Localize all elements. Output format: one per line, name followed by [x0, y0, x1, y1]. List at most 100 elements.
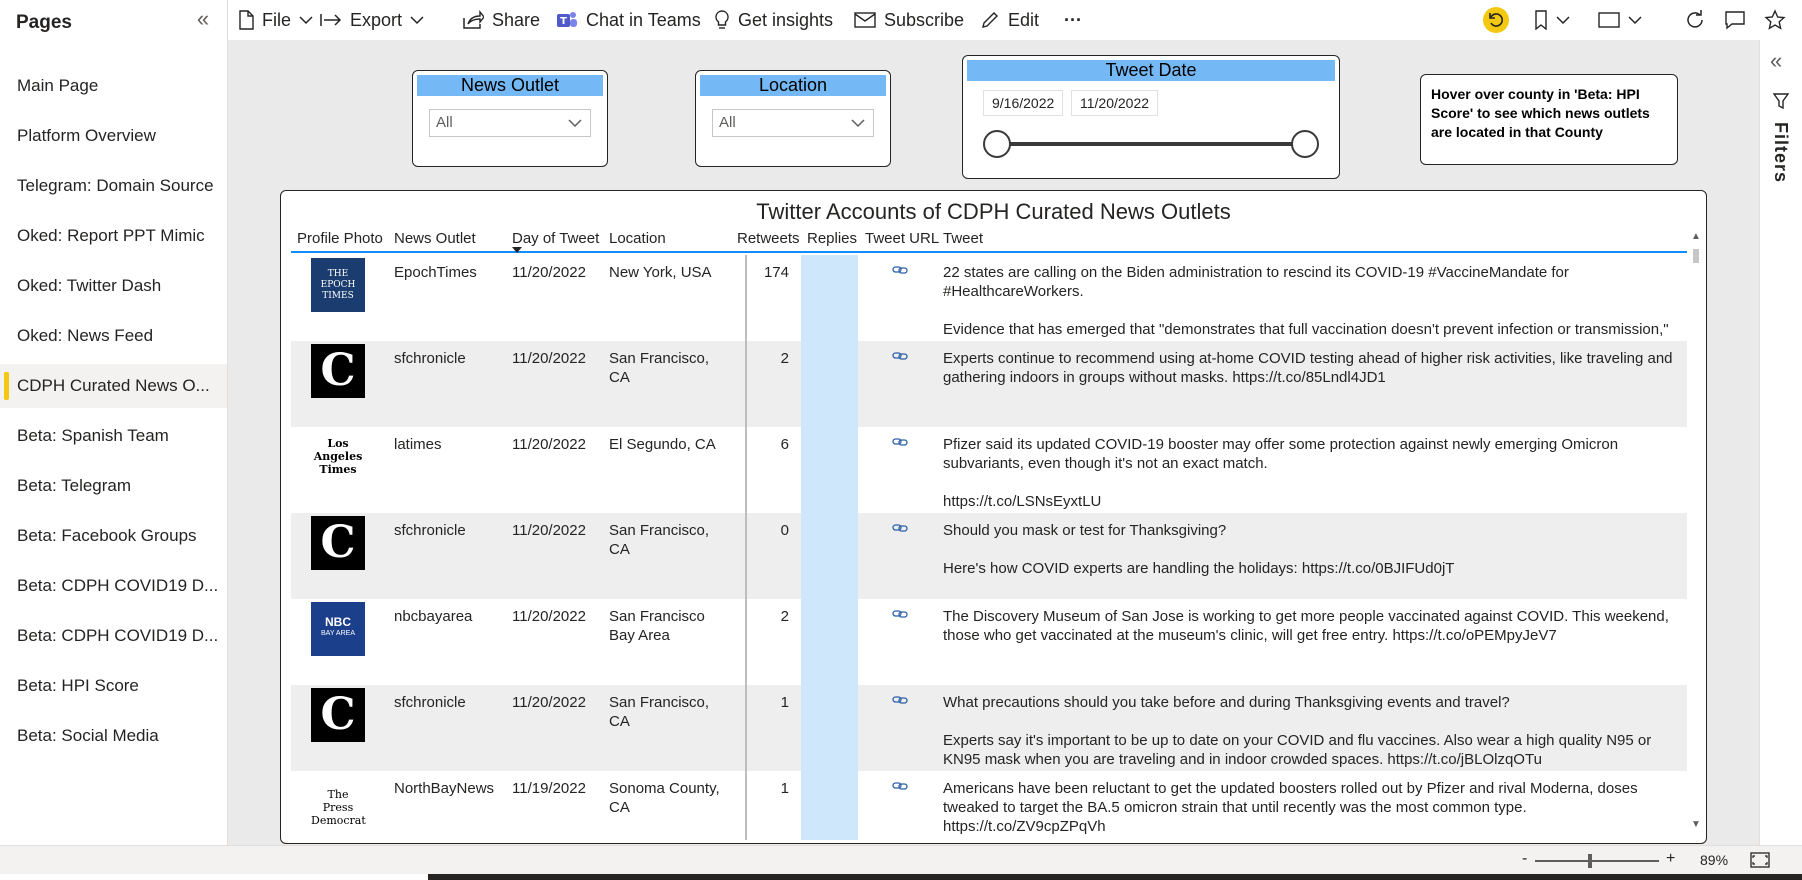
scroll-up-icon[interactable]: ▲: [1690, 231, 1702, 243]
table-title: Twitter Accounts of CDPH Curated News Ou…: [756, 199, 1231, 224]
filters-pane[interactable]: « Filters: [1759, 40, 1802, 845]
share-label: Share: [492, 9, 541, 30]
scroll-down-icon[interactable]: ▼: [1690, 819, 1702, 831]
link-icon[interactable]: [892, 695, 908, 705]
page-item[interactable]: Platform Overview: [0, 114, 227, 158]
reset-button[interactable]: [1482, 6, 1510, 34]
link-icon[interactable]: [892, 437, 908, 447]
lightbulb-icon: [715, 10, 729, 29]
page-item[interactable]: CDPH Curated News O...: [0, 364, 227, 408]
table-row[interactable]: Csfchronicle 11/20/2022 San Francisco, CA 0…: [291, 513, 1687, 599]
date-range-track: [997, 142, 1305, 146]
table-row[interactable]: Csfchronicle 11/20/2022 San Francisco, CA 2…: [291, 341, 1687, 427]
tweet-cell: Should you mask or test for Thanksgiving…: [943, 522, 1455, 577]
column-header-replies[interactable]: Replies: [807, 227, 857, 251]
expand-filters-icon[interactable]: «: [1770, 48, 1782, 74]
table-scrollbar[interactable]: ▲ ▼: [1690, 231, 1702, 831]
page-item[interactable]: Beta: Facebook Groups: [0, 514, 227, 558]
view-button[interactable]: [1598, 6, 1642, 34]
scroll-thumb[interactable]: [1693, 249, 1699, 263]
share-button[interactable]: Share: [462, 6, 540, 34]
export-menu-button[interactable]: Export: [320, 6, 424, 34]
page-item[interactable]: Main Page: [0, 64, 227, 108]
la-times-logo: Los Angeles Times: [311, 430, 365, 484]
column-header-retweets[interactable]: Retweets: [737, 227, 800, 251]
page-item[interactable]: Beta: Social Media: [0, 714, 227, 758]
pages-pane: Pages « Main Page Platform Overview Telegr…: [0, 0, 228, 845]
bookmark-button[interactable]: [1534, 6, 1570, 34]
end-date-input[interactable]: 11/20/2022: [1071, 90, 1159, 116]
zoom-in-button[interactable]: +: [1666, 850, 1675, 868]
fit-to-page-icon[interactable]: [1750, 852, 1770, 868]
news-outlet-dropdown[interactable]: All: [429, 109, 591, 137]
table-row[interactable]: Los Angeles Times latimes 11/20/2022 El Segun…: [291, 427, 1687, 513]
column-header-tweet-url[interactable]: Tweet URL: [865, 227, 939, 251]
zoom-slider-thumb[interactable]: [1588, 854, 1592, 868]
table-row[interactable]: THE EPOCH TIMES EpochTimes 11/20/2022 New Yor…: [291, 255, 1687, 341]
zoom-slider[interactable]: [1535, 860, 1659, 862]
link-icon[interactable]: [892, 351, 908, 361]
column-header-location[interactable]: Location: [609, 227, 666, 251]
tweet-cell: The Discovery Museum of San Jose is work…: [943, 608, 1669, 644]
filter-icon: [1773, 93, 1789, 110]
tweet-date-slicer: Tweet Date 9/16/2022 11/20/2022: [962, 55, 1340, 179]
export-label: Export: [350, 9, 403, 30]
page-item[interactable]: Oked: News Feed: [0, 314, 227, 358]
page-item[interactable]: Beta: HPI Score: [0, 664, 227, 708]
get-insights-button[interactable]: Get insights: [714, 6, 833, 34]
edit-button[interactable]: Edit: [980, 6, 1039, 34]
location-value: All: [719, 114, 736, 131]
zoom-out-button[interactable]: -: [1522, 850, 1527, 868]
page-item[interactable]: Beta: CDPH COVID19 D...: [0, 614, 227, 658]
location-dropdown[interactable]: All: [712, 109, 874, 137]
table-row[interactable]: NBC BAY AREA nbcbayarea 11/20/2022 San Franc…: [291, 599, 1687, 685]
table-row[interactable]: The Press Democrat NorthBayNews 11/19/2022 S…: [291, 771, 1687, 840]
day-of-tweet-cell: 11/20/2022: [512, 522, 586, 539]
chevron-down-icon: [851, 119, 865, 128]
hint-textbox: Hover over county in 'Beta: HPI Score' t…: [1420, 74, 1678, 165]
share-icon: [463, 10, 484, 29]
more-options-button[interactable]: ···: [1064, 6, 1082, 34]
start-date-input[interactable]: 9/16/2022: [983, 90, 1064, 116]
column-header-news-outlet[interactable]: News Outlet: [394, 227, 476, 251]
lat-logo-line: Times: [319, 463, 357, 476]
subscribe-button[interactable]: Subscribe: [854, 6, 964, 34]
page-item[interactable]: Telegram: Domain Source: [0, 164, 227, 208]
sf-chronicle-logo: C: [311, 344, 365, 398]
news-outlets-table: Twitter Accounts of CDPH Curated News Ou…: [280, 190, 1707, 844]
file-menu-button[interactable]: File: [238, 6, 313, 34]
link-icon[interactable]: [892, 609, 908, 619]
edit-label: Edit: [1008, 9, 1040, 30]
chevron-down-icon: [299, 16, 313, 25]
comments-button[interactable]: [1724, 6, 1746, 34]
page-item[interactable]: Oked: Report PPT Mimic: [0, 214, 227, 258]
start-date-handle[interactable]: [983, 130, 1011, 158]
zoom-level: 89%: [1700, 852, 1729, 868]
news-outlet-value: All: [436, 114, 453, 131]
column-header-profile-photo[interactable]: Profile Photo: [297, 227, 383, 251]
location-slicer: Location All: [695, 70, 891, 167]
refresh-button[interactable]: [1684, 6, 1706, 34]
page-item[interactable]: Oked: Twitter Dash: [0, 264, 227, 308]
chat-in-teams-button[interactable]: T Chat in Teams: [556, 6, 701, 34]
table-row[interactable]: Csfchronicle 11/20/2022 San Francisco, CA 1…: [291, 685, 1687, 771]
status-bar: - + 89%: [0, 845, 1802, 874]
get-insights-label: Get insights: [738, 9, 834, 30]
star-icon: [1764, 9, 1786, 30]
taskbar-strip: [428, 874, 1802, 880]
collapse-pages-icon[interactable]: «: [190, 8, 216, 32]
page-item[interactable]: Beta: CDPH COVID19 D...: [0, 564, 227, 608]
sfc-logo-letter: C: [320, 345, 356, 396]
end-date-handle[interactable]: [1291, 130, 1319, 158]
page-item[interactable]: Beta: Telegram: [0, 464, 227, 508]
column-header-day-of-tweet[interactable]: Day of Tweet: [512, 227, 599, 253]
page-item[interactable]: Beta: Spanish Team: [0, 414, 227, 458]
link-icon[interactable]: [892, 523, 908, 533]
lat-logo-line: Angeles: [313, 450, 363, 463]
sf-chronicle-logo: C: [311, 688, 365, 742]
favorite-button[interactable]: [1764, 6, 1786, 34]
link-icon[interactable]: [892, 265, 908, 275]
column-header-tweet[interactable]: Tweet: [943, 227, 983, 251]
tweet-cell: Pfizer said its updated COVID-19 booster…: [943, 436, 1619, 509]
link-icon[interactable]: [892, 781, 908, 791]
